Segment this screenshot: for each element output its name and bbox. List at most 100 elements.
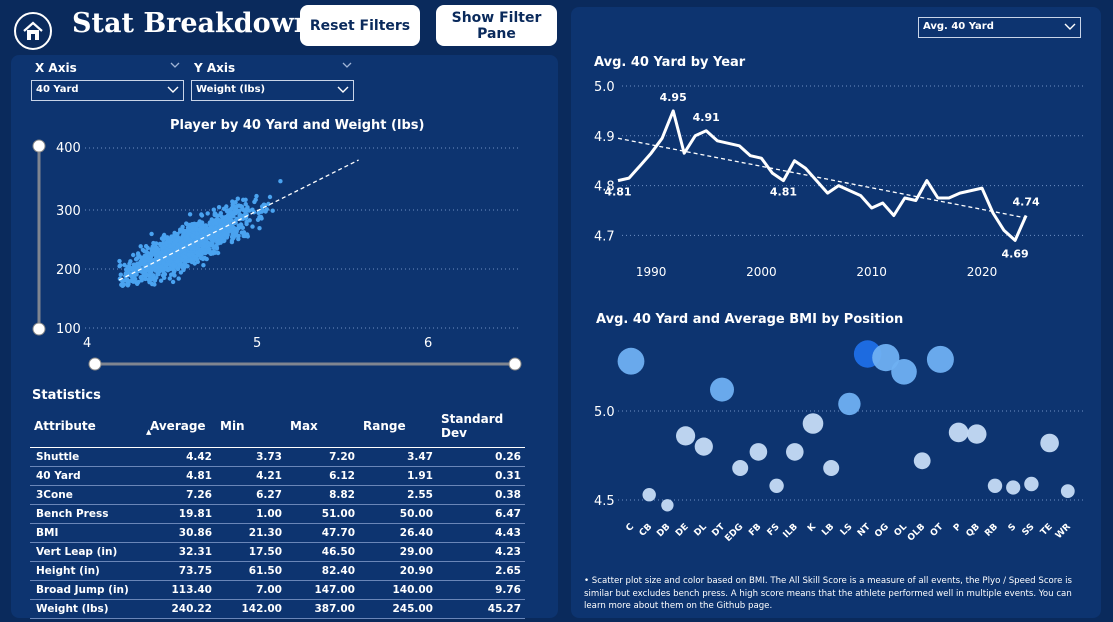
x-tick-label: P — [952, 522, 964, 534]
scatter-point — [151, 276, 157, 281]
y-slider-min-handle[interactable] — [32, 322, 46, 336]
table-cell: 142.00 — [216, 599, 286, 619]
scatter-point — [250, 207, 255, 212]
position-bubble — [802, 413, 824, 434]
x-slider-min-handle[interactable] — [88, 357, 102, 371]
scatter-point — [169, 254, 175, 260]
position-bubble — [823, 460, 840, 476]
scatter-point — [172, 240, 178, 245]
scatter-point — [146, 277, 152, 283]
table-cell: 3Cone — [30, 485, 146, 505]
x-tick-label: DB — [655, 522, 672, 539]
y-axis-dropdown[interactable]: Weight (lbs) — [191, 80, 354, 101]
bubble-points — [617, 340, 1075, 512]
scatter-point — [229, 214, 234, 219]
x-tick-label: RB — [983, 522, 1000, 539]
scatter-point — [194, 222, 200, 227]
x-tick-label: SS — [1021, 522, 1037, 538]
scatter-point — [131, 252, 136, 258]
scatter-point — [175, 266, 181, 272]
scatter-point — [212, 244, 217, 250]
sort-ascending-icon: ▲ — [146, 428, 152, 436]
bubble-chart-title: Avg. 40 Yard and Average BMI by Position — [596, 312, 904, 327]
table-cell: 7.26 — [146, 485, 216, 505]
y-slider-max-handle[interactable] — [32, 139, 46, 153]
x-tick-label: 6 — [424, 336, 432, 351]
position-bubble — [1024, 476, 1039, 492]
data-label: 4.69 — [1002, 247, 1029, 260]
table-cell: 0.38 — [437, 485, 525, 505]
position-bubble — [967, 424, 987, 444]
scatter-point — [241, 207, 246, 213]
scatter-point — [212, 211, 217, 216]
position-bubble — [710, 377, 734, 402]
scatter-point — [170, 279, 176, 285]
data-label: 4.91 — [693, 111, 720, 124]
y-tick-label: 5.0 — [594, 80, 615, 95]
metric-dropdown-value: Avg. 40 Yard — [923, 21, 994, 32]
scatter-point — [141, 273, 147, 278]
position-bubble — [913, 452, 931, 470]
column-header[interactable]: Standard Dev — [437, 410, 525, 448]
scatter-point — [201, 263, 206, 268]
scatter-point — [140, 247, 146, 253]
x-axis-dropdown[interactable]: 40 Yard — [31, 80, 184, 101]
table-cell: 73.75 — [146, 561, 216, 581]
table-cell: 82.40 — [286, 561, 359, 581]
x-slider-max-handle[interactable] — [508, 357, 522, 371]
table-cell: 47.70 — [286, 523, 359, 543]
scatter-point — [167, 259, 173, 264]
scatter-point — [267, 194, 273, 200]
scatter-point — [221, 206, 227, 211]
scatter-point — [240, 225, 245, 230]
column-header[interactable]: Max — [286, 410, 359, 448]
scatter-point — [169, 272, 174, 277]
scatter-point — [148, 268, 153, 273]
table-cell: 387.00 — [286, 599, 359, 619]
column-header[interactable]: Range — [359, 410, 437, 448]
scatter-point — [182, 264, 187, 270]
scatter-point — [171, 263, 176, 269]
x-tick-label: EDG — [723, 522, 745, 544]
position-bubble — [838, 392, 861, 416]
column-header[interactable]: Min — [216, 410, 286, 448]
column-header[interactable]: Attribute — [30, 410, 146, 448]
scatter-point — [200, 248, 206, 254]
scatter-point — [195, 252, 201, 257]
scatter-point — [243, 201, 248, 207]
line-trend-line — [617, 137, 1027, 219]
scatter-point — [153, 244, 158, 250]
scatter-point — [223, 215, 228, 220]
scatter-point — [159, 264, 164, 270]
table-cell: 61.50 — [216, 561, 286, 581]
scatter-point — [278, 179, 283, 184]
column-header[interactable]: Average — [146, 410, 216, 448]
scatter-point — [216, 240, 221, 245]
y-axis-value: Weight (lbs) — [196, 84, 266, 95]
position-bubble — [948, 422, 969, 443]
scatter-point — [218, 219, 223, 224]
x-tick-label: CB — [638, 522, 655, 539]
scatter-point — [129, 278, 134, 283]
table-row: Bench Press 19.81 1.00 51.00 50.00 6.47 — [30, 504, 525, 524]
y-tick-label: 4.7 — [594, 229, 615, 244]
table-cell: 0.26 — [437, 447, 525, 467]
show-filter-pane-button[interactable]: Show Filter Pane — [436, 5, 557, 46]
scatter-point — [211, 207, 216, 212]
position-bubble — [749, 443, 768, 461]
position-bubble — [1040, 433, 1059, 453]
x-axis-value: 40 Yard — [36, 84, 79, 95]
scatter-point — [117, 258, 122, 264]
scatter-point — [190, 233, 195, 239]
x-tick-label: S — [1007, 522, 1019, 534]
reset-filters-button[interactable]: Reset Filters — [300, 5, 420, 46]
scatter-point — [250, 224, 255, 229]
scatter-point — [263, 209, 268, 214]
table-cell: 51.00 — [286, 504, 359, 524]
metric-dropdown[interactable]: Avg. 40 Yard — [918, 17, 1081, 38]
data-label: 4.81 — [770, 186, 797, 199]
statistics-title: Statistics — [32, 388, 101, 403]
position-bubble — [1060, 484, 1075, 498]
home-button[interactable] — [14, 12, 52, 50]
table-row: Weight (lbs) 240.22 142.00 387.00 245.00 45.2… — [30, 599, 525, 619]
